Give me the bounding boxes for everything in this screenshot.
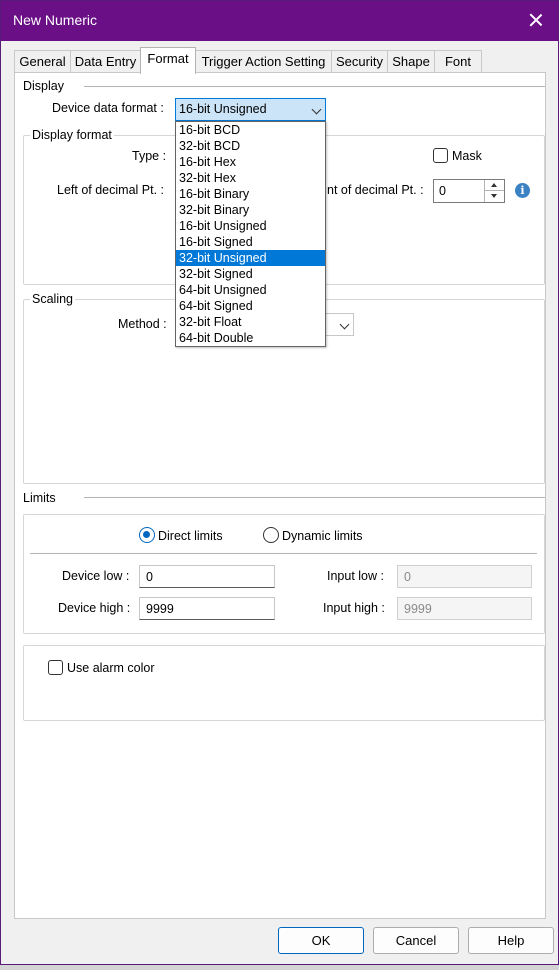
dropdown-option[interactable]: 32-bit Hex <box>176 170 325 186</box>
dropdown-option[interactable]: 64-bit Double <box>176 330 325 346</box>
use-alarm-color-label: Use alarm color <box>67 661 155 675</box>
dialog-window: New Numeric General Data Entry Format Tr… <box>0 0 559 965</box>
limits-inner-divider <box>30 553 537 554</box>
device-data-format-value: 16-bit Unsigned <box>179 102 267 116</box>
dropdown-option[interactable]: 64-bit Signed <box>176 298 325 314</box>
mask-label: Mask <box>452 149 482 163</box>
display-heading: Display <box>23 79 64 93</box>
dynamic-limits-radio[interactable] <box>263 527 279 543</box>
help-button[interactable]: Help <box>468 927 554 954</box>
direct-limits-label: Direct limits <box>158 529 223 543</box>
device-data-format-dropdown: 16-bit BCD 32-bit BCD 16-bit Hex 32-bit … <box>175 121 326 347</box>
spinner-buttons <box>484 180 504 202</box>
tab-format[interactable]: Format <box>140 47 196 74</box>
dropdown-option[interactable]: 32-bit Signed <box>176 266 325 282</box>
direct-limits-radio[interactable] <box>139 527 155 543</box>
device-low-input[interactable]: 0 <box>139 565 275 588</box>
device-data-format-combo[interactable]: 16-bit Unsigned <box>175 98 326 121</box>
tab-font[interactable]: Font <box>434 50 482 73</box>
dropdown-option[interactable]: 16-bit Signed <box>176 234 325 250</box>
ok-button[interactable]: OK <box>278 927 364 954</box>
device-low-label: Device low : <box>62 569 130 583</box>
dropdown-option[interactable]: 32-bit Binary <box>176 202 325 218</box>
dropdown-option[interactable]: 32-bit Float <box>176 314 325 330</box>
dropdown-option[interactable]: 32-bit BCD <box>176 138 325 154</box>
input-high-label: Input high : <box>323 601 385 615</box>
method-label: Method : <box>118 317 167 331</box>
dynamic-limits-label: Dynamic limits <box>282 529 363 543</box>
input-high-input: 9999 <box>397 597 532 620</box>
mask-checkbox[interactable] <box>433 148 448 163</box>
display-format-title: Display format <box>30 128 114 142</box>
limits-divider <box>84 497 545 498</box>
input-low-label: Input low : <box>327 569 384 583</box>
dropdown-option[interactable]: 16-bit Hex <box>176 154 325 170</box>
dropdown-option-highlighted[interactable]: 32-bit Unsigned <box>176 250 325 266</box>
dropdown-option[interactable]: 16-bit BCD <box>176 122 325 138</box>
tab-security[interactable]: Security <box>331 50 388 73</box>
info-icon[interactable]: i <box>515 183 530 198</box>
input-low-input: 0 <box>397 565 532 588</box>
dropdown-option[interactable]: 16-bit Binary <box>176 186 325 202</box>
device-high-label: Device high : <box>58 601 131 615</box>
display-divider <box>84 86 545 87</box>
title-bar: New Numeric <box>1 1 558 41</box>
dropdown-option[interactable]: 64-bit Unsigned <box>176 282 325 298</box>
device-high-input[interactable]: 9999 <box>139 597 275 620</box>
type-label: Type : <box>132 149 167 163</box>
left-of-decimal-label: Left of decimal Pt. : <box>57 183 164 197</box>
tab-data-entry[interactable]: Data Entry <box>70 50 141 73</box>
tab-shape[interactable]: Shape <box>387 50 435 73</box>
chevron-down-icon <box>339 319 350 330</box>
tab-general[interactable]: General <box>14 50 71 73</box>
dropdown-option[interactable]: 16-bit Unsigned <box>176 218 325 234</box>
tab-trigger-action-setting[interactable]: Trigger Action Setting <box>195 50 332 73</box>
chevron-down-icon <box>311 104 322 115</box>
cancel-button[interactable]: Cancel <box>373 927 459 954</box>
right-of-decimal-label: nt of decimal Pt. : <box>327 183 424 197</box>
window-title: New Numeric <box>13 12 98 28</box>
spin-down-icon[interactable] <box>485 191 504 202</box>
right-of-decimal-spinner[interactable]: 0 <box>433 179 505 203</box>
limits-heading: Limits <box>23 491 56 505</box>
scaling-title: Scaling <box>30 292 75 306</box>
close-icon[interactable] <box>526 10 546 30</box>
alarm-group <box>23 645 545 721</box>
spin-up-icon[interactable] <box>485 180 504 191</box>
use-alarm-color-checkbox[interactable] <box>48 660 63 675</box>
right-of-decimal-value: 0 <box>439 184 446 198</box>
device-data-format-label: Device data format : <box>52 101 164 115</box>
